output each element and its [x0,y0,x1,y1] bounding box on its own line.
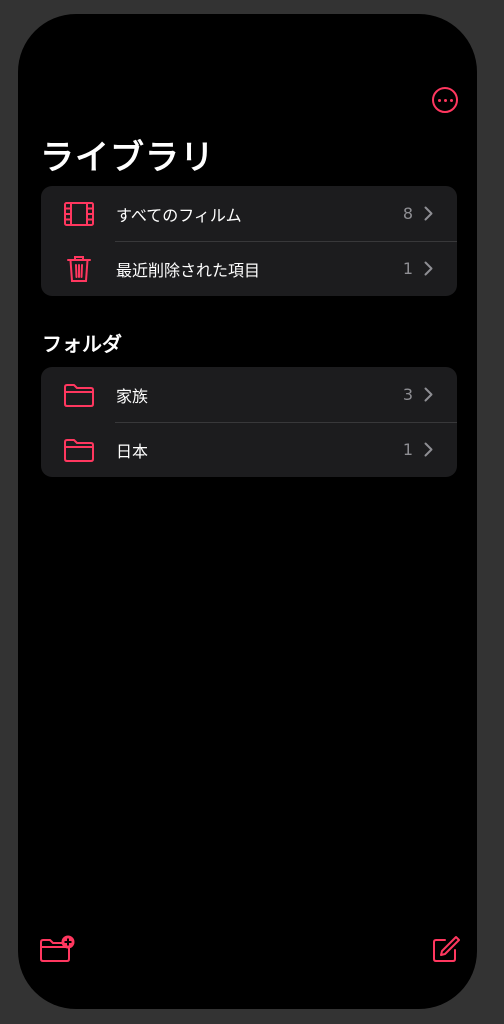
film-icon [63,199,95,229]
compose-icon [433,936,460,962]
new-folder-button[interactable] [40,934,76,964]
library-list: すべてのフィルム 8 最近削除された項目 1 [41,186,457,296]
list-item-label: すべてのフィルム [116,205,242,225]
compose-button[interactable] [432,934,460,964]
chevron-right-icon [424,442,433,457]
list-item-all-films[interactable]: すべてのフィルム 8 [41,186,457,241]
ellipsis-dot [437,98,441,102]
list-item-folder-japan[interactable]: 日本 1 [41,422,457,477]
chevron-right-icon [424,261,433,276]
folders-section-header: フォルダ [42,332,122,356]
ellipsis-dot [443,98,447,102]
folder-icon [63,435,95,465]
list-item-label: 家族 [116,386,149,406]
folder-icon [63,380,95,410]
folders-list: 家族 3 日本 1 [41,367,457,477]
list-item-folder-family[interactable]: 家族 3 [41,367,457,422]
chevron-right-icon [424,206,433,221]
list-item-recently-deleted[interactable]: 最近削除された項目 1 [41,241,457,296]
ellipsis-dot [449,98,453,102]
item-count: 8 [402,204,413,223]
more-options-button[interactable] [432,87,458,113]
item-count: 1 [402,440,413,459]
trash-icon [63,254,95,284]
item-count: 1 [402,259,413,278]
page-title: ライブラリ [40,138,215,178]
list-item-label: 日本 [116,441,149,461]
list-item-label: 最近削除された項目 [116,260,261,280]
app-screen: ライブラリ すべてのフィルム 8 最近削除された項目 1 フォルダ 家族 3 日… [18,14,477,1009]
item-count: 3 [402,385,413,404]
folder-plus-icon [40,935,75,962]
chevron-right-icon [424,387,433,402]
